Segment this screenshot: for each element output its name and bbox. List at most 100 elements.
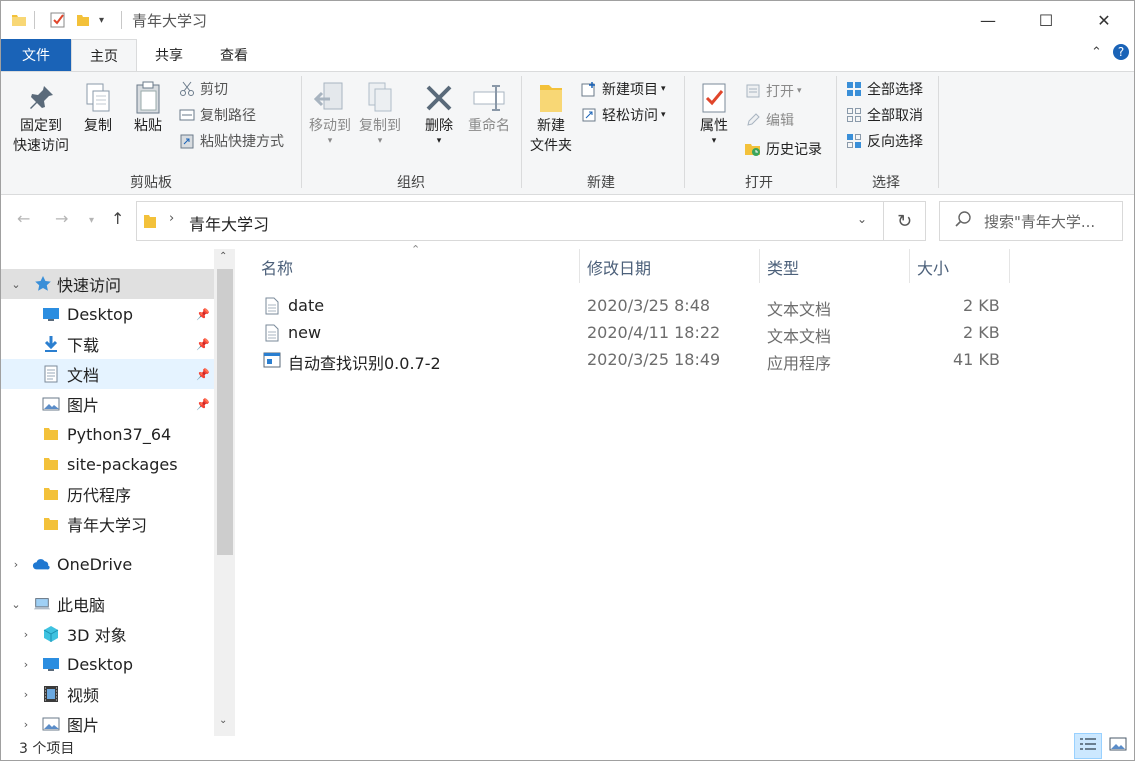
history-button[interactable]: 历史记录 (744, 138, 822, 160)
nav-pc-desktop[interactable]: › Desktop (1, 649, 214, 679)
nav-item-youth-study[interactable]: 青年大学习 (1, 509, 214, 539)
copy-to-button[interactable]: 复制到 ▾ (356, 80, 404, 146)
copy-to-icon (356, 80, 404, 116)
chevron-right-icon[interactable]: › (19, 688, 33, 701)
breadcrumb-current[interactable]: 青年大学习 (189, 211, 269, 235)
properties-button[interactable]: 属性 ▾ (691, 80, 737, 146)
maximize-button[interactable]: ☐ (1017, 1, 1075, 39)
new-item-button[interactable]: 新建项目 ▾ (580, 78, 666, 100)
move-to-button[interactable]: 移动到 ▾ (306, 80, 354, 146)
collapse-ribbon-icon[interactable]: ⌃ (1091, 45, 1102, 60)
new-folder-quick-icon[interactable] (75, 11, 91, 29)
invert-selection-button[interactable]: 反向选择 (845, 130, 923, 152)
pin-to-quick-access-button[interactable]: 固定到 快速访问 (7, 80, 75, 156)
select-all-button[interactable]: 全部选择 (845, 78, 923, 100)
copy-path-button[interactable]: 复制路径 (178, 104, 256, 126)
chevron-right-icon[interactable]: › (19, 658, 33, 671)
column-header-size[interactable]: 大小 (917, 249, 949, 285)
column-header-date[interactable]: 修改日期 (587, 249, 651, 285)
rename-button[interactable]: 重命名 (464, 80, 514, 136)
search-box[interactable]: 搜索"青年大学... (939, 201, 1123, 241)
pin-icon[interactable]: 📌 (196, 398, 210, 411)
pin-icon[interactable]: 📌 (196, 368, 210, 381)
nav-item-desktop[interactable]: Desktop 📌 (1, 299, 214, 329)
tab-home[interactable]: 主页 (71, 39, 137, 72)
address-bar[interactable]: › 青年大学习 ⌄ (136, 201, 884, 241)
picture-icon (42, 395, 60, 413)
copy-button[interactable]: 复制 (77, 80, 119, 136)
chevron-down-icon[interactable]: ⌄ (9, 278, 23, 291)
star-icon (34, 275, 52, 293)
up-button[interactable]: ↑ (111, 209, 124, 228)
column-header-name[interactable]: 名称 (261, 249, 293, 285)
minimize-button[interactable]: — (959, 1, 1017, 39)
customize-quick-access-icon[interactable]: ▾ (99, 11, 104, 29)
delete-button[interactable]: 删除 ▾ (417, 80, 461, 146)
chevron-right-icon[interactable]: › (9, 558, 23, 571)
chevron-down-icon[interactable]: ⌄ (9, 598, 23, 611)
rename-label: 重命名 (468, 118, 510, 134)
scroll-up-icon[interactable]: ⌃ (219, 251, 227, 262)
nav-item-downloads[interactable]: 下载 📌 (1, 329, 214, 359)
nav-3d-objects[interactable]: › 3D 对象 (1, 619, 214, 649)
file-row[interactable]: date 2020/3/25 8:48 文本文档 2 KB (261, 292, 1011, 319)
tab-file[interactable]: 文件 (1, 39, 71, 71)
nav-onedrive[interactable]: › OneDrive (1, 549, 214, 579)
breadcrumb-chevron-icon[interactable]: › (169, 211, 174, 226)
close-button[interactable]: ✕ (1075, 1, 1133, 39)
search-icon (954, 210, 972, 232)
scissors-icon (178, 80, 196, 98)
forward-button[interactable]: → (55, 209, 68, 228)
properties-quick-icon[interactable] (49, 11, 67, 29)
nav-item-documents[interactable]: 文档 📌 (1, 359, 214, 389)
file-name: date (288, 296, 325, 315)
chevron-right-icon[interactable]: › (19, 628, 33, 641)
nav-item-programs[interactable]: 历代程序 (1, 479, 214, 509)
scroll-down-icon[interactable]: ⌄ (219, 715, 227, 726)
new-folder-button[interactable]: 新建 文件夹 (526, 80, 576, 156)
nav-item-pictures[interactable]: 图片 📌 (1, 389, 214, 419)
nav-item-label: Desktop (67, 654, 133, 674)
open-group-label: 打开 (745, 175, 773, 191)
nav-quick-access[interactable]: ⌄ 快速访问 (1, 269, 214, 299)
edit-button[interactable]: 编辑 (744, 109, 794, 131)
nav-scrollbar-thumb[interactable] (217, 269, 233, 555)
details-view-button[interactable] (1074, 733, 1102, 759)
nav-pc-pictures[interactable]: › 图片 (1, 709, 214, 739)
new-folder-label-2: 文件夹 (530, 138, 572, 154)
nav-item-label: 文档 (67, 366, 100, 385)
new-group-label: 新建 (587, 175, 615, 191)
select-group-label: 选择 (872, 175, 900, 191)
chevron-right-icon[interactable]: › (19, 718, 33, 731)
tab-share[interactable]: 共享 (137, 39, 201, 71)
file-type: 文本文档 (767, 300, 832, 319)
nav-item-python37[interactable]: Python37_64 (1, 419, 214, 449)
invert-selection-icon (845, 132, 863, 150)
large-icons-view-icon (1109, 737, 1127, 755)
open-button[interactable]: 打开 ▾ (744, 80, 802, 102)
address-history-icon[interactable]: ⌄ (857, 212, 867, 226)
nav-this-pc[interactable]: ⌄ 此电脑 (1, 589, 214, 619)
cut-button[interactable]: 剪切 (178, 78, 228, 100)
recent-locations-button[interactable]: ▾ (89, 215, 94, 226)
nav-videos[interactable]: › 视频 (1, 679, 214, 709)
column-header-type[interactable]: 类型 (767, 249, 799, 285)
large-icons-view-button[interactable] (1104, 733, 1132, 759)
file-row[interactable]: 自动查找识别0.0.7-2 2020/3/25 18:49 应用程序 41 KB (261, 346, 1011, 373)
help-icon[interactable]: ? (1112, 43, 1130, 65)
nav-item-site-packages[interactable]: site-packages (1, 449, 214, 479)
window-title: 青年大学习 (132, 12, 208, 30)
paste-shortcut-button[interactable]: 粘贴快捷方式 (178, 130, 284, 152)
easy-access-icon (580, 106, 598, 124)
back-button[interactable]: ← (17, 209, 30, 228)
file-row[interactable]: new 2020/4/11 18:22 文本文档 2 KB (261, 319, 1011, 346)
rename-icon (464, 80, 514, 116)
pin-icon[interactable]: 📌 (196, 338, 210, 351)
nav-onedrive-label: OneDrive (57, 554, 133, 574)
refresh-button[interactable]: ↻ (884, 201, 926, 241)
pin-icon[interactable]: 📌 (196, 308, 210, 321)
easy-access-button[interactable]: 轻松访问 ▾ (580, 104, 666, 126)
tab-view[interactable]: 查看 (201, 39, 267, 71)
select-none-button[interactable]: 全部取消 (845, 104, 923, 126)
paste-button[interactable]: 粘贴 (127, 80, 169, 136)
